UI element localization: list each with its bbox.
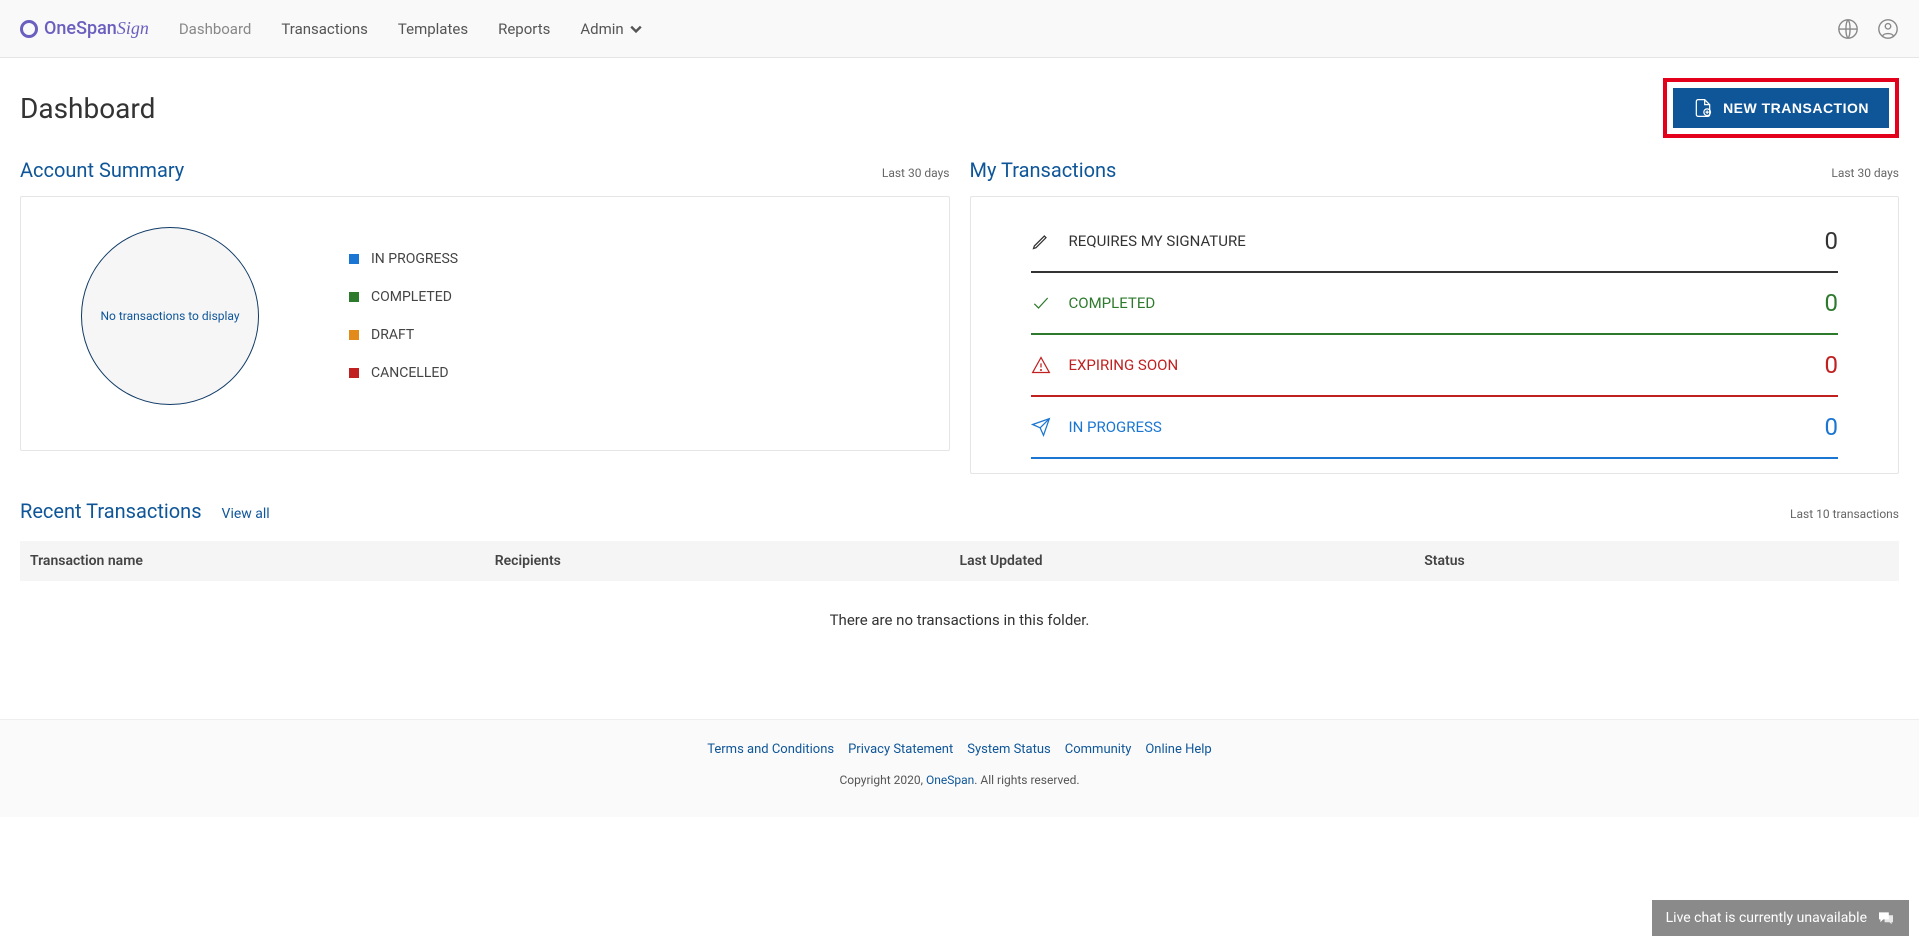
swatch-draft [349, 330, 359, 340]
tx-label: EXPIRING SOON [1069, 356, 1179, 374]
globe-icon[interactable] [1837, 18, 1859, 40]
page-head: Dashboard NEW TRANSACTION [20, 78, 1899, 138]
new-transaction-button[interactable]: NEW TRANSACTION [1673, 88, 1889, 128]
col-last-updated: Last Updated [960, 553, 1425, 569]
col-transaction-name: Transaction name [30, 553, 495, 569]
legend-cancelled: CANCELLED [349, 365, 458, 381]
check-icon [1031, 293, 1051, 313]
footer-help[interactable]: Online Help [1145, 742, 1211, 757]
my-transactions-card: REQUIRES MY SIGNATURE 0 COMPLETED 0 EXPI… [970, 196, 1900, 474]
col-recipients: Recipients [495, 553, 960, 569]
logo-text: OneSpanSign [44, 18, 149, 39]
panels: Account Summary Last 30 days No transact… [20, 158, 1899, 474]
empty-table-message: There are no transactions in this folder… [20, 581, 1899, 659]
copyright: Copyright 2020, OneSpan. All rights rese… [0, 773, 1919, 787]
col-status: Status [1424, 553, 1889, 569]
my-transactions-panel: My Transactions Last 30 days REQUIRES MY… [970, 158, 1900, 474]
nav-admin[interactable]: Admin [580, 20, 641, 38]
chat-icon [1877, 911, 1895, 925]
view-all-link[interactable]: View all [222, 506, 270, 522]
tx-row-expiring[interactable]: EXPIRING SOON 0 [1031, 335, 1839, 397]
logo-circle-icon [20, 20, 38, 38]
account-summary-title: Account Summary [20, 158, 184, 182]
donut-chart: No transactions to display [81, 227, 259, 405]
nav-dashboard[interactable]: Dashboard [179, 20, 252, 38]
swatch-cancelled [349, 368, 359, 378]
recent-head: Recent Transactions View all Last 10 tra… [20, 499, 1899, 523]
footer-links: Terms and Conditions Privacy Statement S… [0, 742, 1919, 757]
my-transactions-range: Last 30 days [1831, 166, 1899, 180]
legend: IN PROGRESS COMPLETED DRAFT CANCELL [349, 251, 458, 381]
logo[interactable]: OneSpanSign [20, 18, 149, 39]
footer-privacy[interactable]: Privacy Statement [848, 742, 953, 757]
tx-label: IN PROGRESS [1069, 418, 1162, 436]
footer-terms[interactable]: Terms and Conditions [707, 742, 834, 757]
nav-templates[interactable]: Templates [398, 20, 468, 38]
send-icon [1031, 417, 1051, 437]
legend-completed: COMPLETED [349, 289, 458, 305]
legend-draft: DRAFT [349, 327, 458, 343]
tx-label: REQUIRES MY SIGNATURE [1069, 232, 1246, 250]
account-summary-range: Last 30 days [882, 166, 950, 180]
topbar: OneSpanSign Dashboard Transactions Templ… [0, 0, 1919, 58]
swatch-completed [349, 292, 359, 302]
highlight-annotation: NEW TRANSACTION [1663, 78, 1899, 138]
tx-count: 0 [1825, 227, 1839, 255]
chat-widget[interactable]: Live chat is currently unavailable [1652, 900, 1909, 936]
swatch-in-progress [349, 254, 359, 264]
pencil-icon [1031, 231, 1051, 251]
copyright-link[interactable]: OneSpan [926, 773, 974, 787]
nav-reports[interactable]: Reports [498, 20, 550, 38]
footer-status[interactable]: System Status [967, 742, 1051, 757]
legend-in-progress: IN PROGRESS [349, 251, 458, 267]
chevron-down-icon [630, 23, 642, 35]
donut-empty-text: No transactions to display [100, 309, 239, 323]
page-title: Dashboard [20, 92, 155, 125]
tx-label: COMPLETED [1069, 294, 1156, 312]
user-icon[interactable] [1877, 18, 1899, 40]
footer-community[interactable]: Community [1065, 742, 1132, 757]
tx-count: 0 [1825, 289, 1839, 317]
nav: Dashboard Transactions Templates Reports… [179, 20, 642, 38]
topbar-right [1837, 18, 1899, 40]
tx-count: 0 [1825, 351, 1839, 379]
nav-transactions[interactable]: Transactions [281, 20, 368, 38]
footer: Terms and Conditions Privacy Statement S… [0, 719, 1919, 817]
recent-title: Recent Transactions [20, 499, 202, 523]
account-summary-panel: Account Summary Last 30 days No transact… [20, 158, 950, 474]
account-summary-card: No transactions to display IN PROGRESS C… [20, 196, 950, 451]
chat-text: Live chat is currently unavailable [1666, 910, 1867, 926]
tx-count: 0 [1825, 413, 1839, 441]
warning-icon [1031, 355, 1051, 375]
document-add-icon [1693, 98, 1713, 118]
tx-row-requires-signature[interactable]: REQUIRES MY SIGNATURE 0 [1031, 211, 1839, 273]
page-body: Dashboard NEW TRANSACTION Account Summar… [0, 58, 1919, 659]
recent-sub: Last 10 transactions [1790, 507, 1899, 521]
tx-row-in-progress[interactable]: IN PROGRESS 0 [1031, 397, 1839, 459]
table-header: Transaction name Recipients Last Updated… [20, 541, 1899, 581]
tx-row-completed[interactable]: COMPLETED 0 [1031, 273, 1839, 335]
my-transactions-title: My Transactions [970, 158, 1117, 182]
